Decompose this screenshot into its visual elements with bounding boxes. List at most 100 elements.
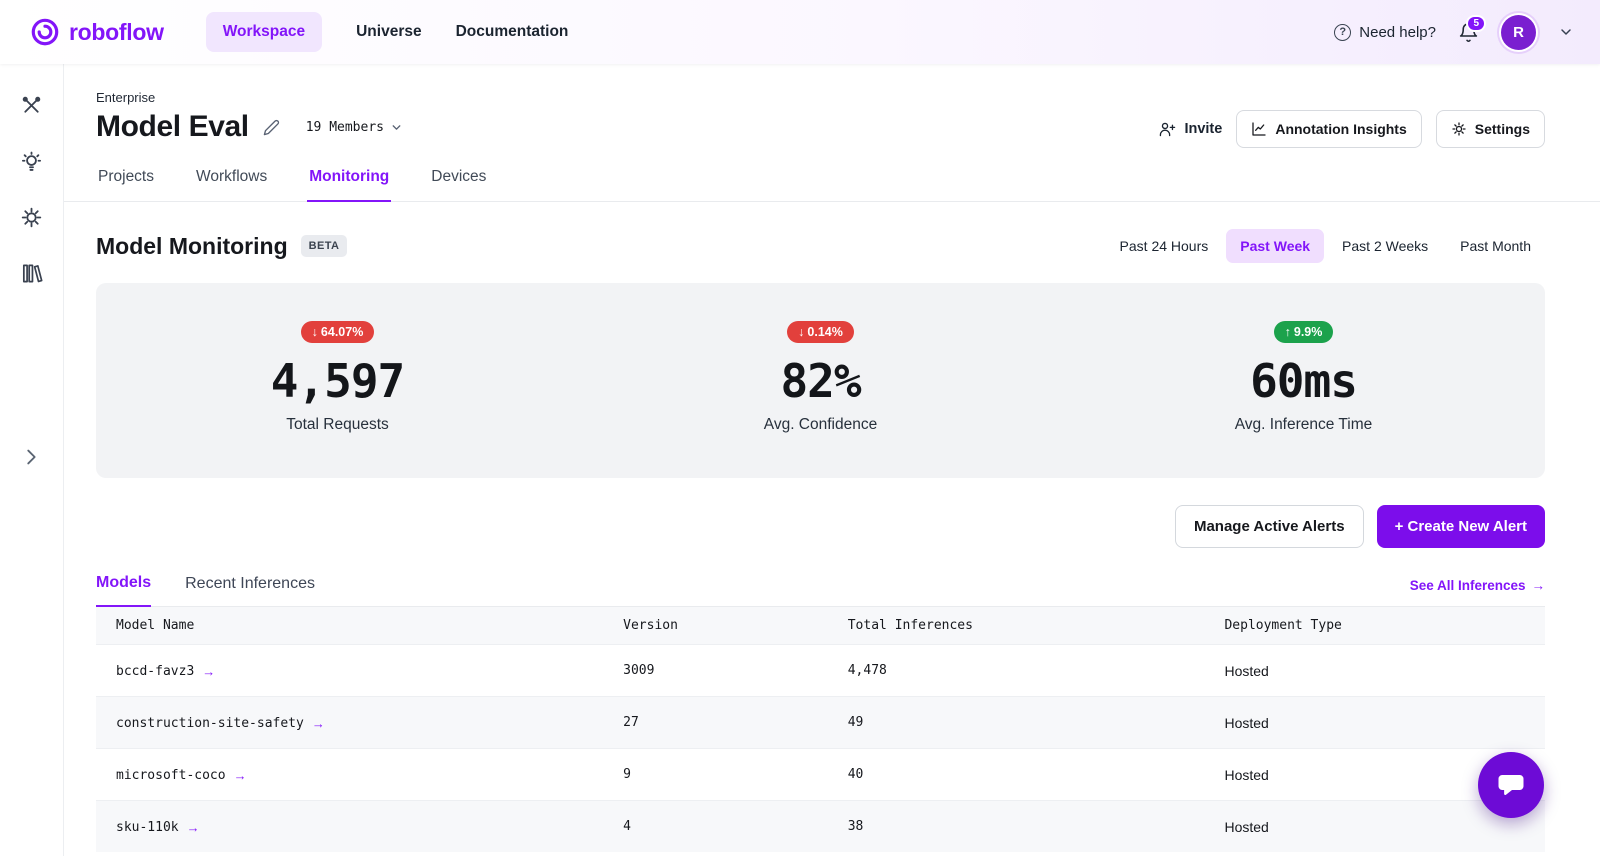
brand-name: roboflow	[69, 19, 164, 46]
chat-button[interactable]	[1478, 752, 1544, 818]
monitoring-title: Model Monitoring	[96, 233, 288, 260]
delta-badge-down: ↓ 0.14%	[787, 321, 854, 343]
chat-bubble-icon	[1496, 770, 1526, 800]
deployment-type-cell: Hosted	[1204, 697, 1545, 749]
version-cell: 4	[603, 801, 828, 853]
table-row: microsoft-coco → 9 40 Hosted	[96, 749, 1545, 801]
chart-icon	[1251, 121, 1267, 137]
roboflow-logo[interactable]: roboflow	[30, 17, 164, 47]
range-past-week[interactable]: Past Week	[1226, 229, 1324, 263]
workspace-actions: Invite Annotation Insights Settings	[1159, 110, 1545, 148]
workspace-tabs: Projects Workflows Monitoring Devices	[64, 168, 1600, 202]
create-new-alert-button[interactable]: + Create New Alert	[1377, 505, 1545, 548]
lightbulb-icon[interactable]	[20, 150, 43, 173]
model-link[interactable]: sku-110k →	[116, 820, 200, 835]
arrow-right-icon: →	[234, 768, 247, 783]
workspace-header: Enterprise Model Eval 19 Members	[96, 90, 1545, 148]
stat-label: Avg. Confidence	[764, 416, 877, 434]
arrow-down-icon: ↓	[312, 325, 318, 339]
members-dropdown[interactable]: 19 Members	[306, 120, 403, 135]
top-navbar: roboflow Workspace Universe Documentatio…	[0, 0, 1600, 64]
gear-icon[interactable]	[20, 206, 43, 229]
main-content: Enterprise Model Eval 19 Members	[64, 64, 1600, 856]
tab-projects[interactable]: Projects	[96, 168, 156, 201]
account-chevron-down-icon[interactable]	[1558, 24, 1574, 40]
models-tabs: Models Recent Inferences See All Inferen…	[96, 574, 1545, 607]
tab-models[interactable]: Models	[96, 574, 151, 607]
model-link[interactable]: microsoft-coco →	[116, 768, 247, 783]
tools-icon[interactable]	[20, 94, 43, 117]
total-inferences-cell: 40	[828, 749, 1205, 801]
arrow-right-icon: →	[202, 664, 215, 679]
stat-avg-confidence: ↓ 0.14% 82% Avg. Confidence	[579, 321, 1062, 434]
arrow-right-icon: →	[187, 820, 200, 835]
arrow-up-icon: ↑	[1285, 325, 1291, 339]
settings-button[interactable]: Settings	[1436, 110, 1545, 148]
column-header-deployment-type: Deployment Type	[1204, 607, 1545, 645]
range-past-2-weeks[interactable]: Past 2 Weeks	[1328, 229, 1442, 263]
range-past-24-hours[interactable]: Past 24 Hours	[1106, 229, 1223, 263]
version-cell: 27	[603, 697, 828, 749]
invite-button[interactable]: Invite	[1159, 121, 1222, 138]
version-cell: 9	[603, 749, 828, 801]
table-row: sku-110k → 4 38 Hosted	[96, 801, 1545, 853]
see-all-inferences-link[interactable]: See All Inferences →	[1410, 578, 1545, 606]
total-inferences-cell: 4,478	[828, 645, 1205, 697]
stats-card: ↓ 64.07% 4,597 Total Requests ↓ 0.14% 82…	[96, 283, 1545, 478]
table-row: construction-site-safety → 27 49 Hosted	[96, 697, 1545, 749]
stat-avg-inference-time: ↑ 9.9% 60ms Avg. Inference Time	[1062, 321, 1545, 434]
navbar-right: ? Need help? 5 R	[1334, 15, 1574, 50]
delta-badge-up: ↑ 9.9%	[1274, 321, 1334, 343]
library-icon[interactable]	[20, 262, 43, 285]
range-past-month[interactable]: Past Month	[1446, 229, 1545, 263]
beta-badge: BETA	[301, 235, 348, 257]
avatar[interactable]: R	[1501, 15, 1536, 50]
primary-nav: Workspace Universe Documentation	[206, 12, 569, 52]
tab-recent-inferences[interactable]: Recent Inferences	[185, 575, 315, 606]
manage-active-alerts-button[interactable]: Manage Active Alerts	[1175, 505, 1364, 548]
version-cell: 3009	[603, 645, 828, 697]
table-row: bccd-favz3 → 3009 4,478 Hosted	[96, 645, 1545, 697]
roboflow-logo-icon	[30, 17, 60, 47]
notifications-button[interactable]: 5	[1458, 22, 1479, 43]
help-icon: ?	[1334, 24, 1351, 41]
delta-badge-down: ↓ 64.07%	[301, 321, 375, 343]
workspace-kicker: Enterprise	[96, 90, 403, 105]
members-count-label: 19 Members	[306, 120, 384, 135]
nav-workspace[interactable]: Workspace	[206, 12, 322, 52]
stat-label: Total Requests	[286, 416, 389, 434]
left-sidebar	[0, 64, 64, 856]
need-help-label: Need help?	[1359, 24, 1436, 41]
models-table: Model Name Version Total Inferences Depl…	[96, 607, 1545, 852]
chevron-down-icon	[390, 121, 403, 134]
stat-value: 82%	[780, 354, 860, 408]
tab-devices[interactable]: Devices	[429, 168, 488, 201]
total-inferences-cell: 49	[828, 697, 1205, 749]
edit-title-pencil-icon[interactable]	[263, 119, 280, 136]
sidebar-expand-chevron-icon[interactable]	[20, 446, 42, 468]
user-plus-icon	[1159, 121, 1176, 138]
model-link[interactable]: construction-site-safety →	[116, 716, 325, 731]
stat-value: 4,597	[271, 354, 404, 408]
arrow-down-icon: ↓	[798, 325, 804, 339]
alerts-actions: Manage Active Alerts + Create New Alert	[96, 505, 1545, 548]
tab-monitoring[interactable]: Monitoring	[307, 168, 391, 202]
tab-workflows[interactable]: Workflows	[194, 168, 269, 201]
monitoring-header: Model Monitoring BETA Past 24 Hours Past…	[96, 229, 1545, 263]
need-help-link[interactable]: ? Need help?	[1334, 24, 1436, 41]
time-range-selector: Past 24 Hours Past Week Past 2 Weeks Pas…	[1106, 229, 1545, 263]
nav-documentation[interactable]: Documentation	[456, 23, 569, 41]
column-header-version: Version	[603, 607, 828, 645]
total-inferences-cell: 38	[828, 801, 1205, 853]
model-link[interactable]: bccd-favz3 →	[116, 664, 215, 679]
stat-value: 60ms	[1250, 354, 1357, 408]
stat-label: Avg. Inference Time	[1235, 416, 1373, 434]
column-header-model-name: Model Name	[96, 607, 603, 645]
arrow-right-icon: →	[312, 716, 325, 731]
column-header-total-inferences: Total Inferences	[828, 607, 1205, 645]
annotation-insights-button[interactable]: Annotation Insights	[1236, 110, 1421, 148]
nav-universe[interactable]: Universe	[356, 23, 421, 41]
stat-total-requests: ↓ 64.07% 4,597 Total Requests	[96, 321, 579, 434]
arrow-right-icon: →	[1532, 578, 1546, 593]
gear-icon	[1451, 121, 1467, 137]
